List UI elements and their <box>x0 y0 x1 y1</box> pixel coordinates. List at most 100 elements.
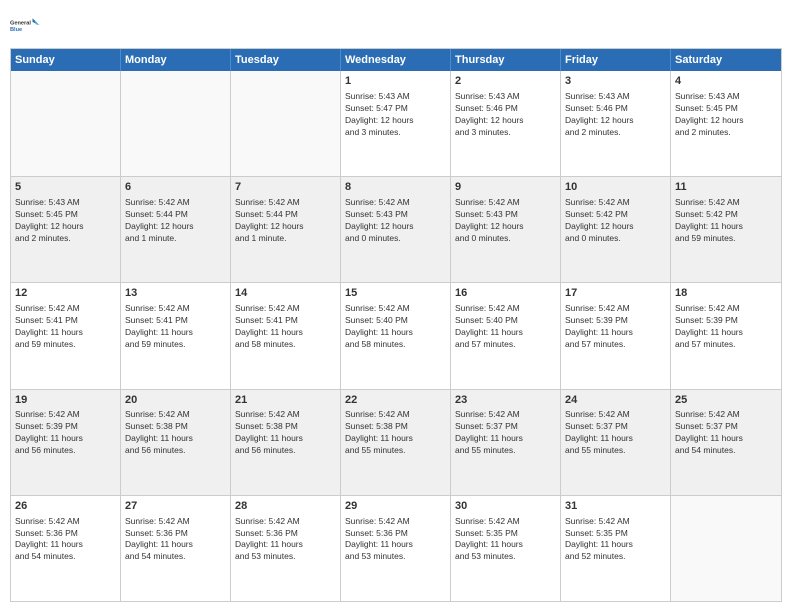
table-row: 25Sunrise: 5:42 AM Sunset: 5:37 PM Dayli… <box>671 390 781 495</box>
day-number: 5 <box>15 180 116 195</box>
table-row: 29 Sunrise: 5:42 AM Sunset: 5:36 PM Dayli… <box>341 496 451 601</box>
day-number: 25 <box>675 393 777 408</box>
day-number: 8 <box>345 180 446 195</box>
day-number: 29 <box>345 499 446 514</box>
table-row: 9 Sunrise: 5:42 AM Sunset: 5:43 PM Daylig… <box>451 177 561 282</box>
day-number: 28 <box>235 499 336 514</box>
header-friday: Friday <box>561 49 671 71</box>
cell-info: Sunrise: 5:42 AM Sunset: 5:36 PM Dayligh… <box>345 516 446 564</box>
header-thursday: Thursday <box>451 49 561 71</box>
table-row: 13 Sunrise: 5:42 AM Sunset: 5:41 PM Dayli… <box>121 283 231 388</box>
table-row: 30Sunrise: 5:42 AM Sunset: 5:35 PM Dayli… <box>451 496 561 601</box>
day-number: 4 <box>675 74 777 89</box>
calendar-row-5: 26 Sunrise: 5:42 AM Sunset: 5:36 PM Dayli… <box>11 496 781 601</box>
header-saturday: Saturday <box>671 49 781 71</box>
table-row: 24Sunrise: 5:42 AM Sunset: 5:37 PM Dayli… <box>561 390 671 495</box>
day-number: 11 <box>675 180 777 195</box>
table-row: 22Sunrise: 5:42 AM Sunset: 5:38 PM Dayli… <box>341 390 451 495</box>
day-number: 3 <box>565 74 666 89</box>
calendar-row-4: 19Sunrise: 5:42 AM Sunset: 5:39 PM Dayli… <box>11 390 781 496</box>
cell-info: Sunrise: 5:42 AM Sunset: 5:36 PM Dayligh… <box>235 516 336 564</box>
table-row: 15 Sunrise: 5:42 AM Sunset: 5:40 PM Dayli… <box>341 283 451 388</box>
cell-info: Sunrise: 5:42 AM Sunset: 5:38 PM Dayligh… <box>235 409 336 457</box>
cell-info: Sunrise: 5:42 AM Sunset: 5:41 PM Dayligh… <box>235 303 336 351</box>
table-row: 8 Sunrise: 5:42 AM Sunset: 5:43 PM Daylig… <box>341 177 451 282</box>
table-row: 27 Sunrise: 5:42 AM Sunset: 5:36 PM Dayli… <box>121 496 231 601</box>
cell-info: Sunrise: 5:42 AM Sunset: 5:41 PM Dayligh… <box>125 303 226 351</box>
header-wednesday: Wednesday <box>341 49 451 71</box>
table-row: 28 Sunrise: 5:42 AM Sunset: 5:36 PM Dayli… <box>231 496 341 601</box>
day-number: 27 <box>125 499 226 514</box>
calendar-row-1: 1Sunrise: 5:43 AM Sunset: 5:47 PM Daylig… <box>11 71 781 177</box>
cell-info: Sunrise: 5:42 AM Sunset: 5:39 PM Dayligh… <box>565 303 666 351</box>
calendar-row-3: 12Sunrise: 5:42 AM Sunset: 5:41 PM Dayli… <box>11 283 781 389</box>
table-row <box>11 71 121 176</box>
cell-info: Sunrise: 5:42 AM Sunset: 5:44 PM Dayligh… <box>125 197 226 245</box>
day-number: 16 <box>455 286 556 301</box>
header-tuesday: Tuesday <box>231 49 341 71</box>
cell-info: Sunrise: 5:43 AM Sunset: 5:45 PM Dayligh… <box>675 91 777 139</box>
table-row: 4 Sunrise: 5:43 AM Sunset: 5:45 PM Daylig… <box>671 71 781 176</box>
day-number: 6 <box>125 180 226 195</box>
table-row: 2Sunrise: 5:43 AM Sunset: 5:46 PM Daylig… <box>451 71 561 176</box>
day-number: 9 <box>455 180 556 195</box>
calendar: Sunday Monday Tuesday Wednesday Thursday… <box>10 48 782 602</box>
logo: GeneralBlue <box>10 10 40 40</box>
day-number: 19 <box>15 393 116 408</box>
cell-info: Sunrise: 5:42 AM Sunset: 5:42 PM Dayligh… <box>565 197 666 245</box>
cell-info: Sunrise: 5:43 AM Sunset: 5:46 PM Dayligh… <box>565 91 666 139</box>
table-row: 16Sunrise: 5:42 AM Sunset: 5:40 PM Dayli… <box>451 283 561 388</box>
day-number: 22 <box>345 393 446 408</box>
table-row: 3 Sunrise: 5:43 AM Sunset: 5:46 PM Daylig… <box>561 71 671 176</box>
day-number: 30 <box>455 499 556 514</box>
cell-info: Sunrise: 5:42 AM Sunset: 5:37 PM Dayligh… <box>565 409 666 457</box>
day-number: 1 <box>345 74 446 89</box>
table-row: 11Sunrise: 5:42 AM Sunset: 5:42 PM Dayli… <box>671 177 781 282</box>
day-number: 17 <box>565 286 666 301</box>
header-monday: Monday <box>121 49 231 71</box>
cell-info: Sunrise: 5:42 AM Sunset: 5:40 PM Dayligh… <box>345 303 446 351</box>
table-row: 12Sunrise: 5:42 AM Sunset: 5:41 PM Dayli… <box>11 283 121 388</box>
cell-info: Sunrise: 5:42 AM Sunset: 5:44 PM Dayligh… <box>235 197 336 245</box>
day-number: 18 <box>675 286 777 301</box>
table-row: 6 Sunrise: 5:42 AM Sunset: 5:44 PM Daylig… <box>121 177 231 282</box>
table-row: 23Sunrise: 5:42 AM Sunset: 5:37 PM Dayli… <box>451 390 561 495</box>
table-row: 20Sunrise: 5:42 AM Sunset: 5:38 PM Dayli… <box>121 390 231 495</box>
calendar-body: 1Sunrise: 5:43 AM Sunset: 5:47 PM Daylig… <box>11 71 781 601</box>
table-row: 21Sunrise: 5:42 AM Sunset: 5:38 PM Dayli… <box>231 390 341 495</box>
page: GeneralBlue Sunday Monday Tuesday Wednes… <box>0 0 792 612</box>
header-sunday: Sunday <box>11 49 121 71</box>
table-row: 17 Sunrise: 5:42 AM Sunset: 5:39 PM Dayli… <box>561 283 671 388</box>
table-row: 14 Sunrise: 5:42 AM Sunset: 5:41 PM Dayli… <box>231 283 341 388</box>
cell-info: Sunrise: 5:42 AM Sunset: 5:37 PM Dayligh… <box>455 409 556 457</box>
table-row <box>121 71 231 176</box>
day-number: 7 <box>235 180 336 195</box>
day-number: 26 <box>15 499 116 514</box>
table-row: 1Sunrise: 5:43 AM Sunset: 5:47 PM Daylig… <box>341 71 451 176</box>
cell-info: Sunrise: 5:42 AM Sunset: 5:41 PM Dayligh… <box>15 303 116 351</box>
table-row: 5Sunrise: 5:43 AM Sunset: 5:45 PM Daylig… <box>11 177 121 282</box>
day-number: 31 <box>565 499 666 514</box>
cell-info: Sunrise: 5:42 AM Sunset: 5:36 PM Dayligh… <box>125 516 226 564</box>
table-row: 31Sunrise: 5:42 AM Sunset: 5:35 PM Dayli… <box>561 496 671 601</box>
cell-info: Sunrise: 5:42 AM Sunset: 5:43 PM Dayligh… <box>345 197 446 245</box>
day-number: 15 <box>345 286 446 301</box>
cell-info: Sunrise: 5:42 AM Sunset: 5:43 PM Dayligh… <box>455 197 556 245</box>
cell-info: Sunrise: 5:42 AM Sunset: 5:39 PM Dayligh… <box>675 303 777 351</box>
table-row: 18 Sunrise: 5:42 AM Sunset: 5:39 PM Dayli… <box>671 283 781 388</box>
day-number: 10 <box>565 180 666 195</box>
table-row <box>231 71 341 176</box>
day-number: 20 <box>125 393 226 408</box>
cell-info: Sunrise: 5:43 AM Sunset: 5:46 PM Dayligh… <box>455 91 556 139</box>
header: GeneralBlue <box>10 10 782 40</box>
day-number: 21 <box>235 393 336 408</box>
cell-info: Sunrise: 5:42 AM Sunset: 5:36 PM Dayligh… <box>15 516 116 564</box>
table-row <box>671 496 781 601</box>
calendar-row-2: 5Sunrise: 5:43 AM Sunset: 5:45 PM Daylig… <box>11 177 781 283</box>
day-number: 14 <box>235 286 336 301</box>
logo-icon: GeneralBlue <box>10 10 40 40</box>
day-number: 23 <box>455 393 556 408</box>
day-number: 13 <box>125 286 226 301</box>
table-row: 10 Sunrise: 5:42 AM Sunset: 5:42 PM Dayli… <box>561 177 671 282</box>
cell-info: Sunrise: 5:42 AM Sunset: 5:37 PM Dayligh… <box>675 409 777 457</box>
